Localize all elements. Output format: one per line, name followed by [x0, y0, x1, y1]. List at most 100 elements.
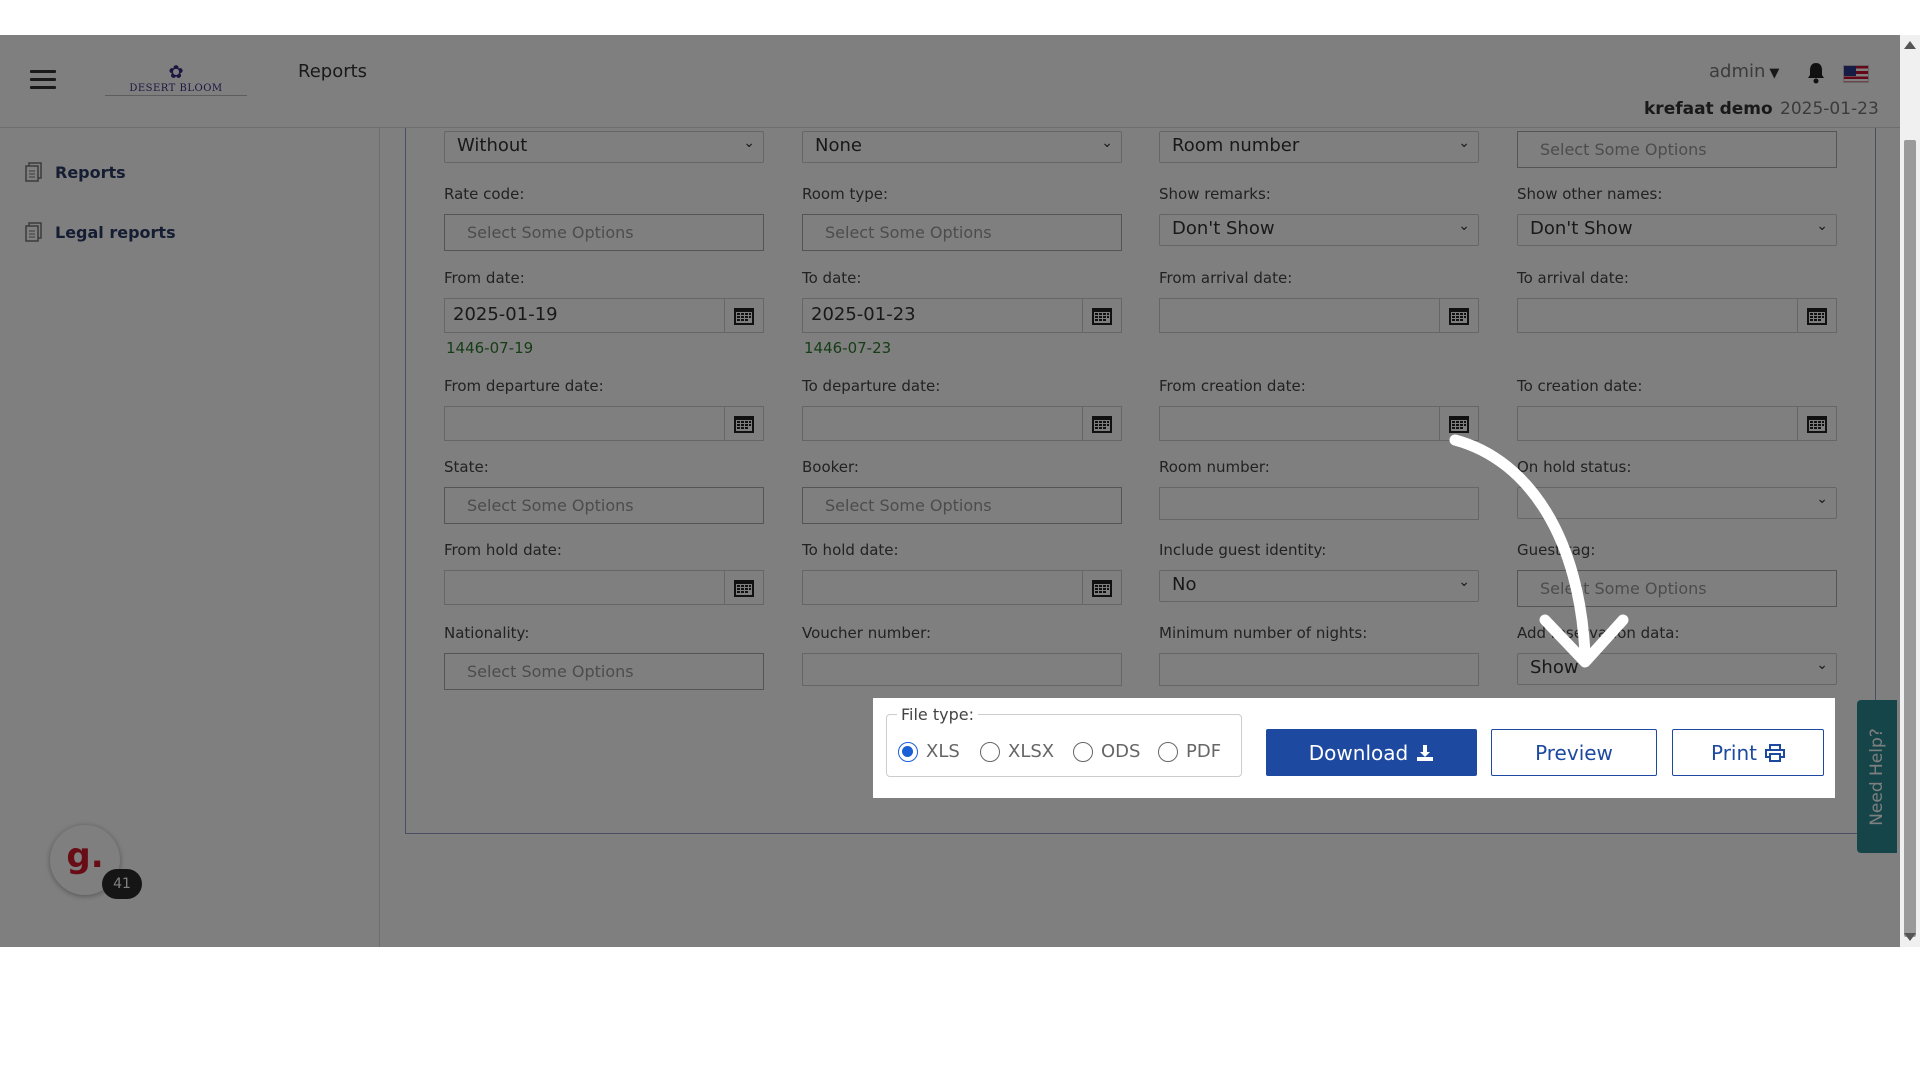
to-hold-date-input[interactable] — [802, 570, 1122, 605]
select-sort-by[interactable]: Room number ⌄ — [1159, 131, 1479, 163]
file-type-fieldset: File type: XLS XLSX ODS PDF — [886, 705, 1242, 777]
select-value: Show — [1530, 657, 1579, 678]
app-window: ✿ DESERT BLOOM Reports admin ▼ krefaat de… — [0, 35, 1920, 947]
from-hold-date-label: From hold date: — [444, 541, 562, 559]
state-multiselect[interactable]: Select Some Options — [444, 487, 764, 524]
scroll-thumb[interactable] — [1904, 140, 1916, 937]
calendar-icon[interactable] — [1082, 571, 1121, 604]
voucher-number-input[interactable] — [802, 653, 1122, 686]
calendar-icon[interactable] — [1439, 299, 1478, 332]
radio-xls[interactable]: XLS — [898, 741, 960, 762]
page-scrollbar[interactable] — [1900, 35, 1920, 947]
from-hold-date-input[interactable] — [444, 570, 764, 605]
select-field-2[interactable]: None ⌄ — [802, 131, 1122, 163]
chevron-down-icon: ⌄ — [1458, 218, 1470, 234]
rate-code-multiselect[interactable]: Select Some Options — [444, 214, 764, 251]
sidebar-item-reports[interactable]: Reports — [25, 160, 126, 184]
nationality-multiselect[interactable]: Select Some Options — [444, 653, 764, 690]
current-date: 2025-01-23 — [1780, 99, 1879, 119]
show-remarks-select[interactable]: Don't Show ⌄ — [1159, 214, 1479, 246]
nationality-label: Nationality: — [444, 624, 530, 642]
to-departure-date-input[interactable] — [802, 406, 1122, 441]
radio-pdf[interactable]: PDF — [1158, 741, 1221, 762]
logo[interactable]: ✿ DESERT BLOOM — [105, 63, 247, 103]
from-date-input[interactable]: 2025-01-19 — [444, 298, 764, 333]
radio-xls-indicator[interactable] — [898, 741, 918, 762]
calendar-icon[interactable] — [1082, 407, 1121, 440]
preview-button-label: Preview — [1535, 740, 1613, 765]
include-guest-identity-select[interactable]: No ⌄ — [1159, 570, 1479, 602]
sidebar: Reports Legal reports g. 41 — [0, 128, 380, 947]
sidebar-item-label: Legal reports — [55, 222, 176, 242]
us-flag-icon[interactable] — [1843, 65, 1869, 83]
chevron-down-icon: ⌄ — [1458, 135, 1470, 151]
room-type-label: Room type: — [802, 185, 889, 203]
to-hold-date-label: To hold date: — [802, 541, 899, 559]
voucher-number-label: Voucher number: — [802, 624, 932, 642]
radio-xlsx[interactable]: XLSX — [980, 741, 1054, 762]
from-departure-date-label: From departure date: — [444, 377, 604, 395]
from-creation-date-input[interactable] — [1159, 406, 1479, 441]
on-hold-status-select[interactable]: ⌄ — [1517, 487, 1837, 519]
calendar-icon[interactable] — [724, 299, 763, 332]
min-nights-input[interactable] — [1159, 653, 1479, 686]
calendar-icon[interactable] — [1082, 299, 1121, 332]
scroll-up-arrow-icon[interactable] — [1904, 41, 1916, 49]
room-number-label: Room number: — [1159, 458, 1270, 476]
from-creation-date-label: From creation date: — [1159, 377, 1306, 395]
room-number-input[interactable] — [1159, 487, 1479, 520]
add-data-select[interactable]: Show ⌄ — [1517, 653, 1837, 685]
radio-xlsx-indicator[interactable] — [980, 741, 1000, 762]
add-data-label: Add reservation data: — [1517, 624, 1680, 642]
calendar-icon[interactable] — [724, 571, 763, 604]
download-button-label: Download — [1308, 740, 1409, 765]
show-other-names-select[interactable]: Don't Show ⌄ — [1517, 214, 1837, 246]
chevron-down-icon: ⌄ — [1816, 491, 1828, 507]
radio-pdf-indicator[interactable] — [1158, 741, 1178, 762]
calendar-icon[interactable] — [724, 407, 763, 440]
calendar-icon[interactable] — [1797, 299, 1836, 332]
guest-tag-multiselect[interactable]: Select Some Options — [1517, 570, 1837, 607]
menu-icon[interactable] — [30, 70, 56, 90]
user-menu[interactable]: admin ▼ — [1709, 61, 1779, 82]
guest-tag-label: Guest tag: — [1517, 541, 1596, 559]
file-type-legend: File type: — [897, 705, 978, 724]
multiselect-field-4[interactable]: Select Some Options — [1517, 131, 1837, 168]
to-creation-date-input[interactable] — [1517, 406, 1837, 441]
need-help-tab[interactable]: Need Help? — [1857, 700, 1897, 853]
chevron-down-icon: ⌄ — [1816, 218, 1828, 234]
download-icon — [1417, 744, 1434, 761]
from-departure-date-input[interactable] — [444, 406, 764, 441]
notification-badge: 41 — [102, 869, 142, 899]
scroll-down-arrow-icon[interactable] — [1904, 933, 1916, 941]
calendar-icon[interactable] — [1439, 407, 1478, 440]
room-type-multiselect[interactable]: Select Some Options — [802, 214, 1122, 251]
booker-multiselect[interactable]: Select Some Options — [802, 487, 1122, 524]
select-value: Without — [457, 135, 528, 156]
to-arrival-date-label: To arrival date: — [1517, 269, 1629, 287]
to-date-hijri: 1446-07-23 — [804, 339, 892, 357]
radio-xls-label: XLS — [926, 741, 960, 762]
radio-ods[interactable]: ODS — [1073, 741, 1140, 762]
from-arrival-date-input[interactable] — [1159, 298, 1479, 333]
top-bar: ✿ DESERT BLOOM Reports admin ▼ krefaat de… — [0, 35, 1900, 128]
from-date-label: From date: — [444, 269, 525, 287]
select-field-1[interactable]: Without ⌄ — [444, 131, 764, 163]
bell-icon[interactable] — [1805, 61, 1829, 85]
radio-ods-indicator[interactable] — [1073, 741, 1093, 762]
page-title: Reports — [298, 61, 368, 82]
printer-icon — [1765, 743, 1785, 762]
print-button[interactable]: Print — [1672, 729, 1824, 776]
preview-button[interactable]: Preview — [1491, 729, 1657, 776]
report-icon — [25, 222, 42, 242]
download-button[interactable]: Download — [1266, 729, 1477, 776]
show-remarks-label: Show remarks: — [1159, 185, 1271, 203]
to-date-input[interactable]: 2025-01-23 — [802, 298, 1122, 333]
to-arrival-date-input[interactable] — [1517, 298, 1837, 333]
booker-label: Booker: — [802, 458, 859, 476]
sidebar-item-legal-reports[interactable]: Legal reports — [25, 220, 176, 244]
user-name: admin — [1709, 61, 1766, 82]
chevron-down-icon: ⌄ — [743, 135, 755, 151]
calendar-icon[interactable] — [1797, 407, 1836, 440]
to-date-value: 2025-01-23 — [811, 304, 916, 325]
